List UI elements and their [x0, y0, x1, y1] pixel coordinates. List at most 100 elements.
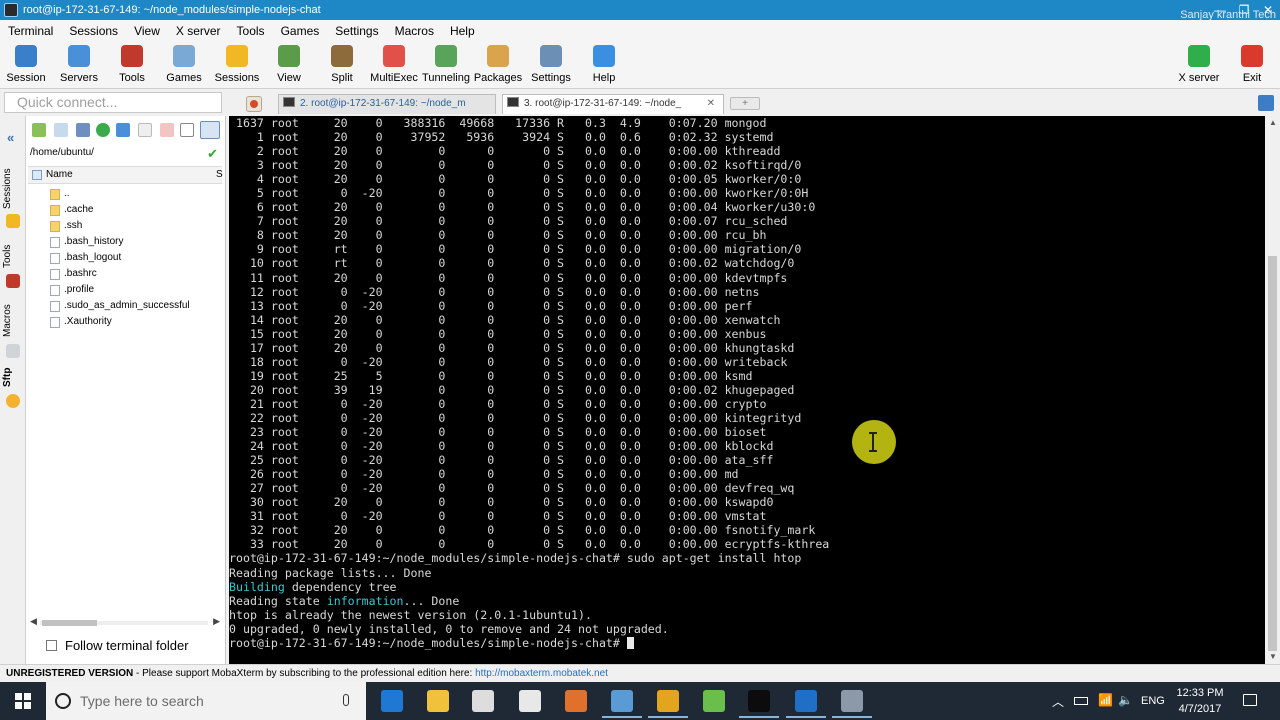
- file-row[interactable]: .bash_history: [28, 234, 224, 250]
- view-toolbar-button[interactable]: View: [263, 43, 315, 87]
- multiexec-toolbar-button[interactable]: MultiExec: [368, 43, 420, 87]
- column-size[interactable]: S: [216, 167, 223, 183]
- sftp-horizontal-scrollbar[interactable]: ◀ ▶: [30, 616, 220, 628]
- packages-toolbar-button[interactable]: Packages: [472, 43, 524, 87]
- terminal-prompt-line[interactable]: root@ip-172-31-67-149:~/node_modules/sim…: [229, 636, 829, 650]
- cmd-icon[interactable]: [739, 690, 779, 718]
- parent-folder-icon[interactable]: [32, 123, 46, 137]
- process-row: 4 root 20 0 0 0 0 S 0.0 0.0 0:00.05 kwor…: [229, 172, 802, 187]
- quick-connect-input[interactable]: Quick connect...: [4, 92, 222, 113]
- scroll-right-icon[interactable]: ▶: [213, 616, 220, 627]
- new-file-icon[interactable]: [138, 123, 152, 137]
- file-row[interactable]: ..: [28, 186, 224, 202]
- menu-tools[interactable]: Tools: [229, 24, 273, 38]
- menu-terminal[interactable]: Terminal: [0, 24, 61, 38]
- session-toolbar-button[interactable]: Session: [0, 43, 52, 87]
- toggle-view-icon[interactable]: [200, 121, 220, 139]
- close-tab-icon[interactable]: ✕: [707, 95, 715, 113]
- rename-icon[interactable]: [180, 123, 194, 137]
- new-folder-icon[interactable]: [116, 123, 130, 137]
- sftp-toolbar: [26, 120, 226, 142]
- network-icon[interactable]: 📶: [1098, 693, 1113, 707]
- language-indicator[interactable]: ENG: [1141, 682, 1165, 720]
- edge-icon[interactable]: [381, 690, 403, 712]
- action-center-icon[interactable]: [1243, 694, 1257, 706]
- upload-icon[interactable]: [76, 123, 90, 137]
- terminal-scroll-thumb[interactable]: [1268, 256, 1277, 651]
- mobaxterm-icon[interactable]: [832, 690, 872, 718]
- notepad-icon[interactable]: [703, 690, 725, 712]
- side-tab-tools[interactable]: Tools: [2, 236, 24, 276]
- process-row: 20 root 39 19 0 0 0 S 0.0 0.0 0:00.02 kh…: [229, 382, 795, 397]
- scroll-up-icon[interactable]: ▲: [1269, 118, 1277, 127]
- menu-macros[interactable]: Macros: [387, 24, 442, 38]
- paint-icon[interactable]: [565, 690, 587, 712]
- file-row[interactable]: .ssh: [28, 218, 224, 234]
- side-tab-sessions[interactable]: Sessions: [2, 160, 24, 218]
- winscp-icon[interactable]: [602, 690, 642, 718]
- mobaxterm-link[interactable]: http://mobaxterm.mobatek.net: [475, 668, 608, 679]
- x-server-toolbar-button[interactable]: X server: [1173, 43, 1225, 87]
- store-icon[interactable]: [472, 690, 494, 712]
- menu-view[interactable]: View: [126, 24, 168, 38]
- menu-sessions[interactable]: Sessions: [61, 24, 126, 38]
- menu-games[interactable]: Games: [273, 24, 328, 38]
- taskbar-search-box[interactable]: Type here to search: [46, 682, 366, 720]
- scroll-down-icon[interactable]: ▼: [1269, 652, 1277, 661]
- menu-help[interactable]: Help: [442, 24, 483, 38]
- side-tab-sftp[interactable]: Sftp: [2, 364, 24, 390]
- home-tab-icon[interactable]: [246, 96, 262, 112]
- help-toolbar-button[interactable]: Help: [578, 43, 630, 87]
- menu-x-server[interactable]: X server: [168, 24, 229, 38]
- sftp-path-field[interactable]: /home/ubuntu/ ✔: [28, 144, 222, 162]
- tools-toolbar-button[interactable]: Tools: [106, 43, 158, 87]
- file-row[interactable]: .Xauthority: [28, 314, 224, 330]
- delete-icon[interactable]: [160, 123, 174, 137]
- toolbar-label: View: [277, 72, 301, 84]
- battery-icon[interactable]: [1074, 697, 1088, 705]
- servers-toolbar-button[interactable]: Servers: [53, 43, 105, 87]
- toolbar-label: Settings: [531, 72, 571, 84]
- file-row[interactable]: .bash_logout: [28, 250, 224, 266]
- select-all-icon[interactable]: [32, 170, 42, 180]
- scroll-left-icon[interactable]: ◀: [30, 616, 37, 627]
- terminal-scrollbar[interactable]: ▲ ▼: [1265, 116, 1280, 664]
- settings-toolbar-button[interactable]: Settings: [525, 43, 577, 87]
- column-name[interactable]: Name: [46, 169, 73, 180]
- volume-icon[interactable]: 🔈: [1118, 693, 1133, 707]
- follow-label: Follow terminal folder: [65, 638, 189, 653]
- file-explorer-icon[interactable]: [427, 690, 449, 712]
- follow-terminal-folder[interactable]: Follow terminal folder: [46, 638, 189, 653]
- tab-settings-icon[interactable]: [1258, 95, 1274, 111]
- side-tab-macros[interactable]: Macros: [2, 296, 24, 346]
- taskbar-clock[interactable]: 12:33 PM 4/7/2017: [1164, 685, 1236, 717]
- scroll-thumb[interactable]: [42, 620, 97, 626]
- file-row[interactable]: .cache: [28, 202, 224, 218]
- collapse-panel-icon[interactable]: «: [7, 130, 14, 145]
- process-row: 13 root 0 -20 0 0 0 S 0.0 0.0 0:00.00 pe…: [229, 298, 753, 313]
- sessions-toolbar-button[interactable]: Sessions: [211, 43, 263, 87]
- tab-session-3[interactable]: 3. root@ip-172-31-67-149: ~/node_ ✕: [502, 94, 724, 114]
- microphone-icon[interactable]: [343, 694, 349, 706]
- download-icon[interactable]: [54, 123, 68, 137]
- start-button[interactable]: [0, 682, 46, 720]
- file-row[interactable]: .bashrc: [28, 266, 224, 282]
- terminal-view[interactable]: 1637 root 20 0 388316 49668 17336 R 0.3 …: [229, 116, 1265, 664]
- chrome-icon[interactable]: [648, 690, 688, 718]
- new-tab-button[interactable]: +: [730, 97, 760, 110]
- outlook-icon[interactable]: [786, 690, 826, 718]
- games-toolbar-button[interactable]: Games: [158, 43, 210, 87]
- file-row[interactable]: .sudo_as_admin_successful: [28, 298, 224, 314]
- file-row[interactable]: .profile: [28, 282, 224, 298]
- toolbar-label: Tools: [119, 72, 145, 84]
- refresh-icon[interactable]: [96, 123, 110, 137]
- menu-settings[interactable]: Settings: [327, 24, 386, 38]
- show-hidden-icons[interactable]: ︿: [1052, 693, 1064, 710]
- tunneling-toolbar-button[interactable]: Tunneling: [420, 43, 472, 87]
- tab-session-2[interactable]: 2. root@ip-172-31-67-149: ~/node_m: [278, 94, 496, 114]
- process-row: 31 root 0 -20 0 0 0 S 0.0 0.0 0:00.00 vm…: [229, 509, 767, 524]
- split-toolbar-button[interactable]: Split: [316, 43, 368, 87]
- mail-icon[interactable]: [519, 690, 541, 712]
- follow-checkbox[interactable]: [46, 640, 57, 651]
- exit-toolbar-button[interactable]: Exit: [1226, 43, 1278, 87]
